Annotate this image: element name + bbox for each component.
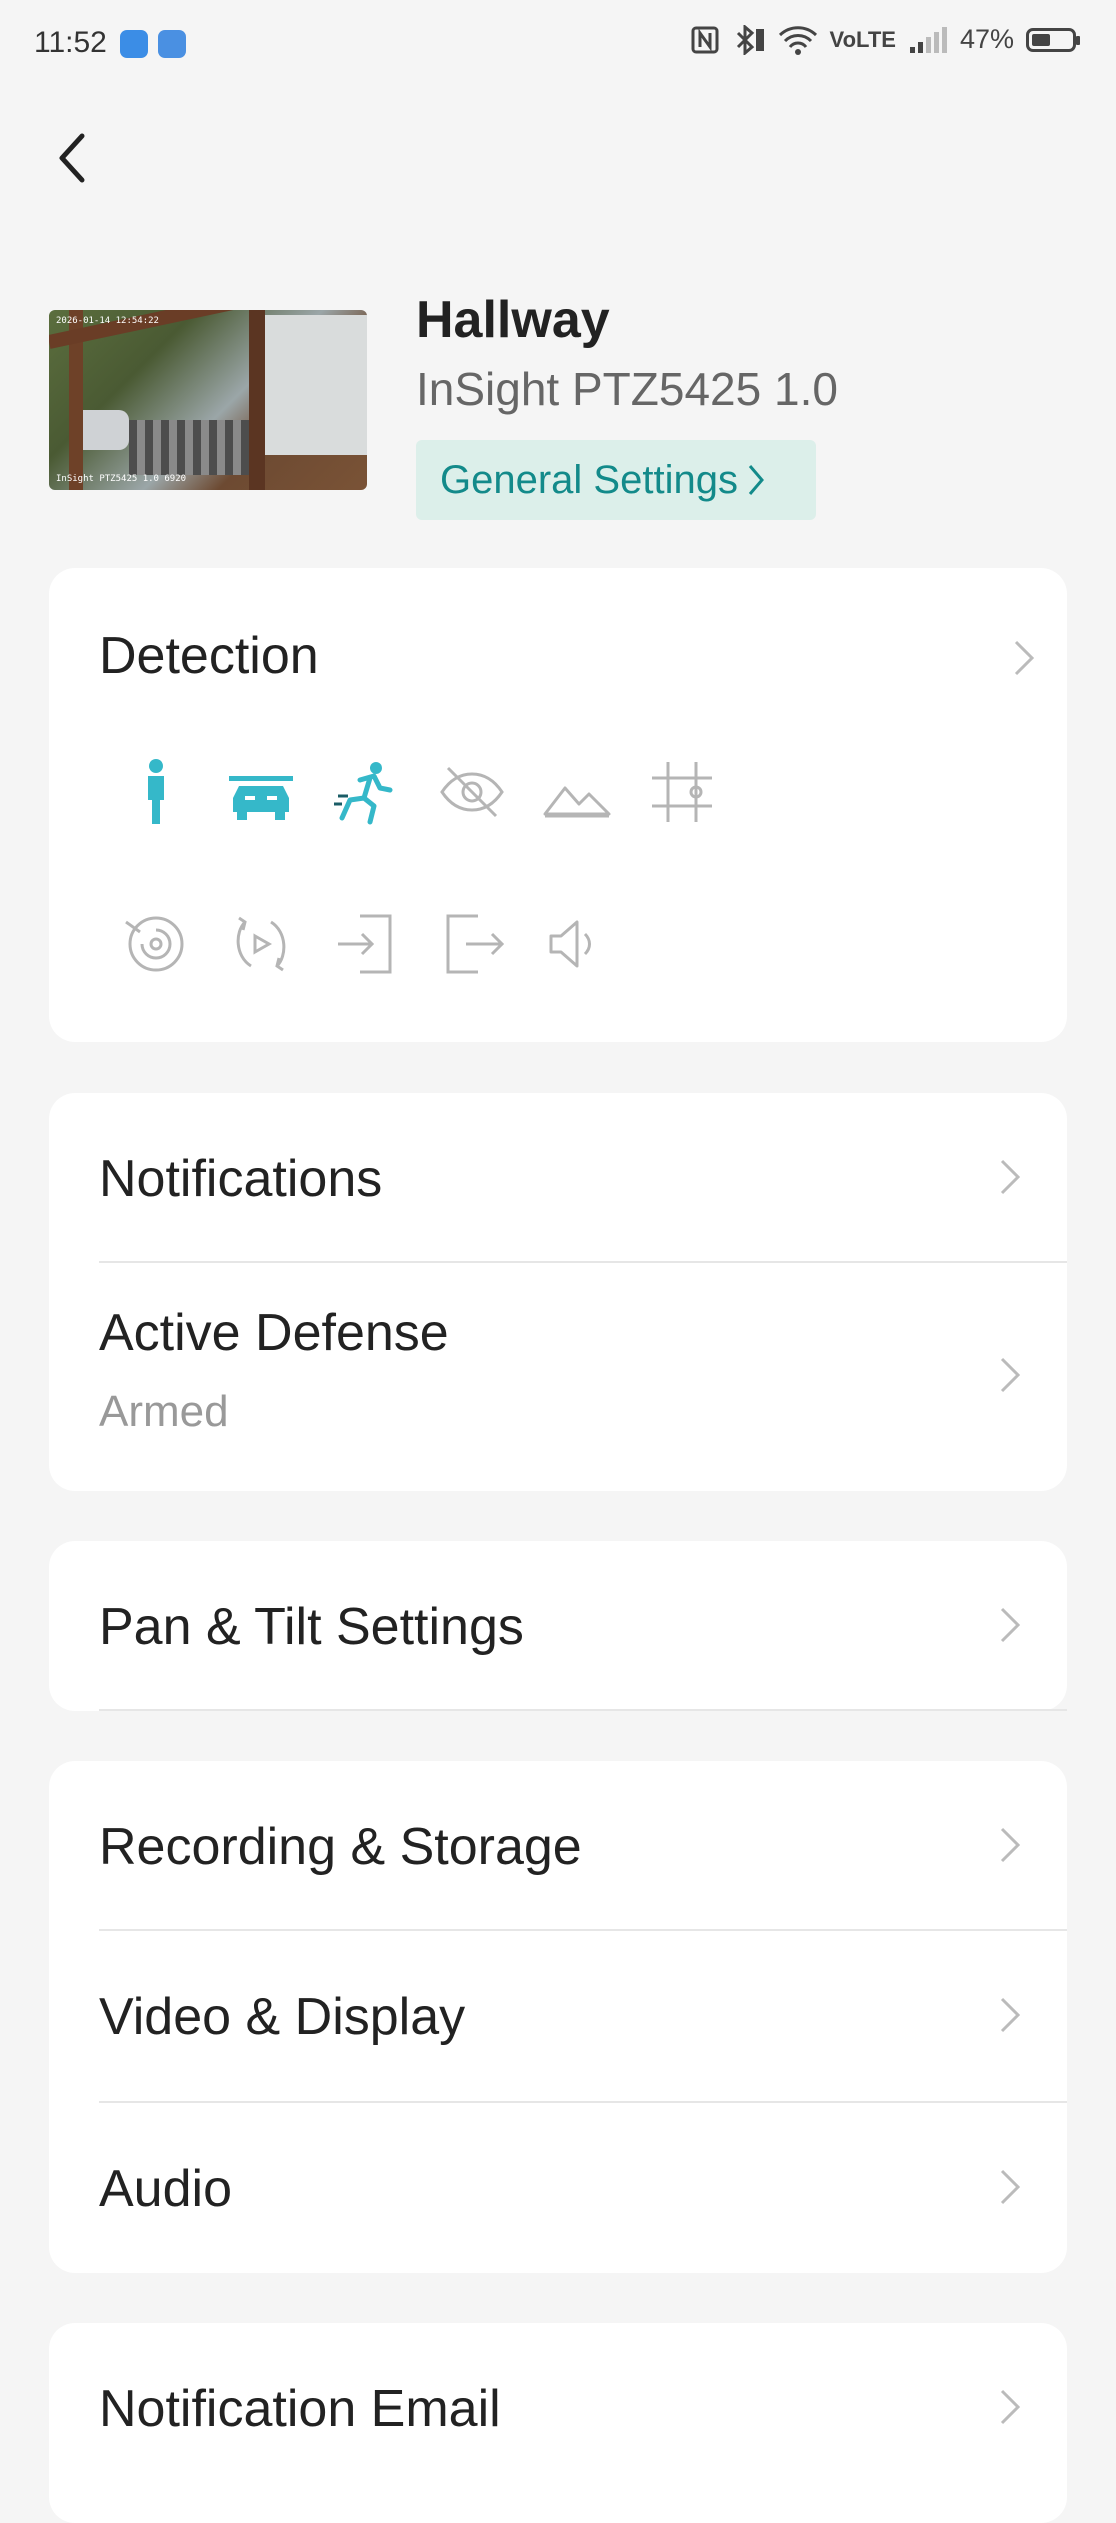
- general-settings-label: General Settings: [440, 457, 738, 502]
- camera-thumbnail[interactable]: 2026-01-14 12:54:22 InSight PTZ5425 1.0 …: [49, 310, 367, 490]
- audio-row[interactable]: Audio: [49, 2103, 1067, 2273]
- network-type: VoLTE: [829, 26, 896, 52]
- person-icon[interactable]: [120, 756, 192, 828]
- status-bar: 11:52 VoLTE 47%: [0, 0, 1116, 92]
- audio-label: Audio: [99, 2160, 232, 2218]
- email-card: Notification Email: [49, 2323, 1067, 2523]
- thumbnail-camera-label: InSight PTZ5425 1.0 6920: [56, 474, 187, 484]
- chevron-right-icon: [1000, 2169, 1021, 2205]
- battery-icon: [1026, 27, 1080, 52]
- active-defense-row[interactable]: Active Defense Armed: [49, 1263, 1067, 1491]
- scene-change-icon[interactable]: [541, 756, 613, 828]
- alerts-card: Notifications Active Defense Armed: [49, 1093, 1067, 1491]
- notifications-row[interactable]: Notifications: [49, 1093, 1067, 1261]
- status-time: 11:52: [34, 26, 107, 59]
- detection-row[interactable]: Detection: [49, 568, 1067, 748]
- recording-storage-row[interactable]: Recording & Storage: [49, 1761, 1067, 1929]
- divider: [99, 1709, 1067, 1711]
- chevron-right-icon: [1000, 1159, 1021, 1195]
- device-name: Hallway: [416, 291, 610, 349]
- battery-percent: 47%: [959, 24, 1014, 54]
- area-exiting-icon[interactable]: [436, 908, 508, 980]
- thumbnail-timestamp: 2026-01-14 12:54:22: [56, 316, 159, 326]
- back-arrow-icon[interactable]: [50, 128, 94, 188]
- chevron-right-icon: [1000, 1997, 1021, 2033]
- motion-icon[interactable]: [330, 756, 402, 828]
- chevron-right-icon: [1000, 1827, 1021, 1863]
- pan-tilt-card: Pan & Tilt Settings: [49, 1541, 1067, 1711]
- bluetooth-icon: [736, 24, 764, 55]
- media-card: Recording & Storage Video & Display Audi…: [49, 1761, 1067, 2273]
- signal-icon: [909, 26, 947, 53]
- active-defense-status: Armed: [99, 1387, 229, 1436]
- general-settings-button[interactable]: General Settings: [416, 440, 816, 520]
- app-notification-icon: [158, 30, 186, 58]
- sound-detection-icon[interactable]: [541, 908, 613, 980]
- vehicle-icon[interactable]: [225, 756, 297, 828]
- recording-storage-label: Recording & Storage: [99, 1818, 582, 1876]
- chevron-right-icon: [1000, 1607, 1021, 1643]
- chevron-right-icon: [1000, 1357, 1021, 1393]
- nfc-icon: [691, 26, 719, 53]
- device-model: InSight PTZ5425 1.0: [416, 363, 838, 415]
- notification-email-row[interactable]: Notification Email: [49, 2323, 1067, 2491]
- wifi-icon: [778, 25, 817, 55]
- active-defense-label: Active Defense: [99, 1304, 449, 1362]
- pan-tilt-label: Pan & Tilt Settings: [99, 1598, 524, 1656]
- notifications-label: Notifications: [99, 1150, 383, 1208]
- app-notification-icon: [120, 30, 148, 58]
- chevron-right-icon: [748, 465, 764, 495]
- area-entering-icon[interactable]: [330, 908, 402, 980]
- camera-tampering-icon[interactable]: [436, 756, 508, 828]
- detection-card: Detection: [49, 568, 1067, 1042]
- loitering-icon[interactable]: [120, 908, 192, 980]
- pan-tilt-row[interactable]: Pan & Tilt Settings: [49, 1541, 1067, 1709]
- video-display-row[interactable]: Video & Display: [49, 1931, 1067, 2101]
- detection-title: Detection: [99, 627, 319, 685]
- notification-email-label: Notification Email: [99, 2380, 501, 2438]
- video-display-label: Video & Display: [99, 1988, 466, 2046]
- chevron-right-icon: [1000, 2389, 1021, 2425]
- object-removal-icon[interactable]: [225, 908, 297, 980]
- chevron-right-icon: [1014, 640, 1035, 676]
- line-crossing-icon[interactable]: [646, 756, 718, 828]
